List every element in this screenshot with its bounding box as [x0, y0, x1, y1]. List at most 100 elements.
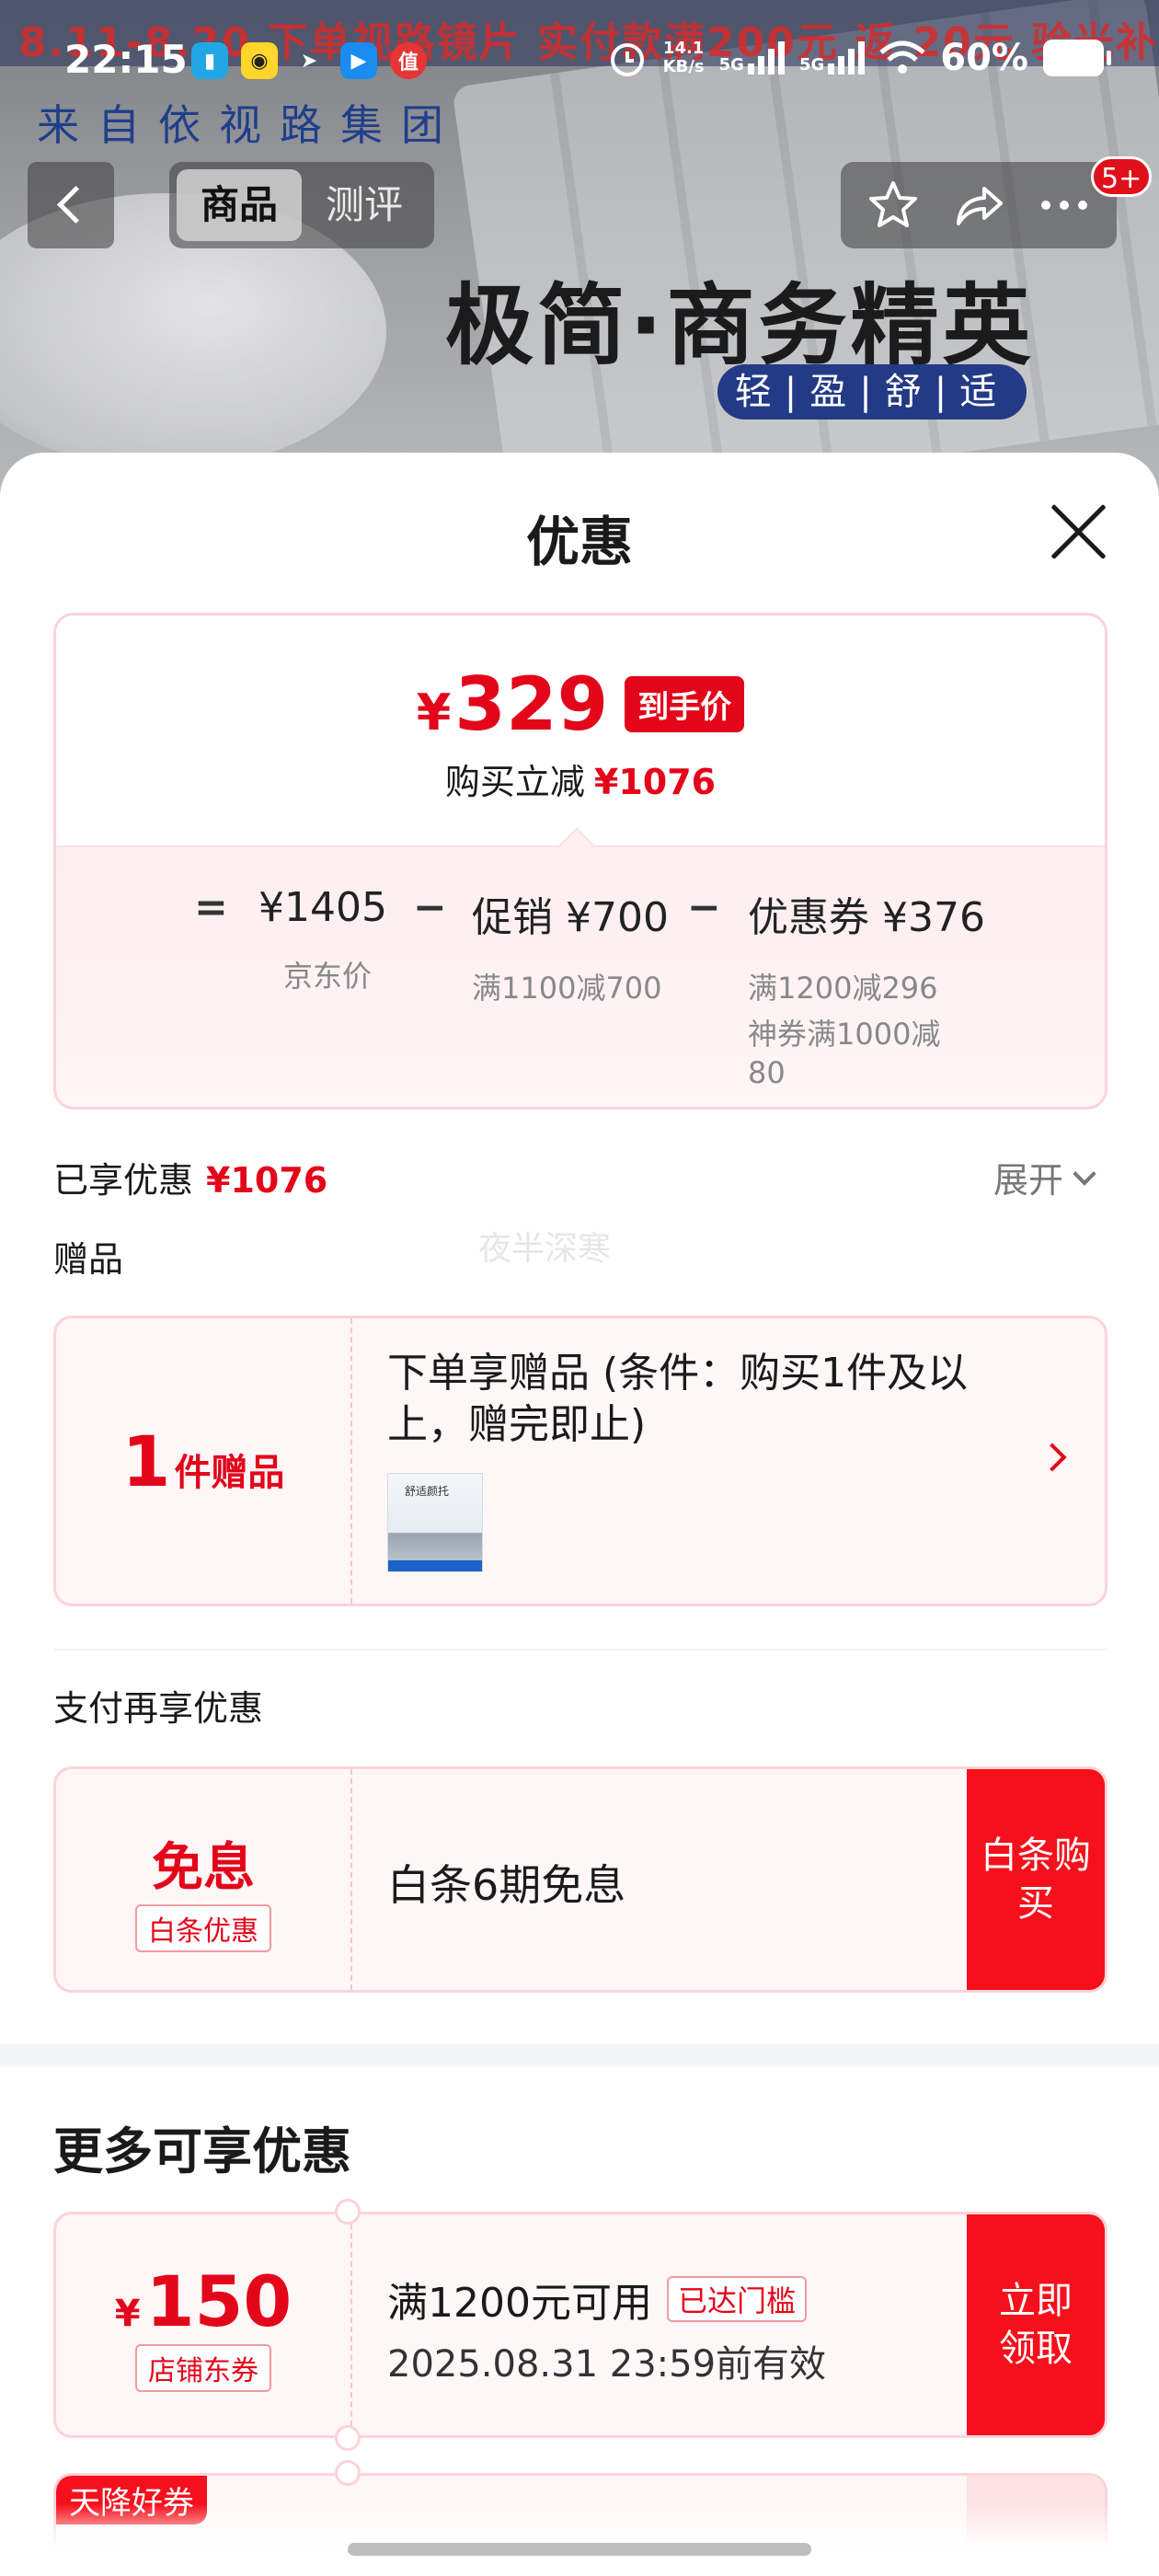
status-app-icons: ▮ ◉ ➤ ▶ 值	[191, 42, 427, 79]
minus-sign: −	[687, 884, 721, 931]
watermark: 夜半深寒	[478, 1230, 612, 1268]
promotion-column: 促销 ¥700 满1100减700	[472, 884, 674, 1007]
wifi-icon	[879, 40, 925, 74]
expand-button[interactable]: 展开	[993, 1152, 1096, 1202]
coupon-notch-top	[335, 2460, 361, 2486]
network-speed-unit: KB/s	[662, 57, 705, 76]
sim2-type: 5G	[798, 55, 825, 75]
bottom-fade	[0, 2504, 1159, 2576]
nav-actions	[841, 162, 1117, 248]
signal-bars-icon	[828, 41, 866, 75]
network-speed: 14.1 KB/s	[663, 40, 705, 76]
gift-thumbnail-bar	[388, 1560, 482, 1571]
hero-title: 极简·商务精英	[445, 274, 1035, 377]
pay-section-title: 支付再享优惠	[53, 1688, 264, 1729]
red-value-app-icon: 值	[390, 42, 427, 79]
price-formula: = ¥1405 京东价 − 促销 ¥700 满1100减700 − 优惠券 ¥3…	[56, 884, 1105, 1105]
coupon-label-1: 满1200减296	[748, 971, 938, 1006]
interest-free-title: 免息	[152, 1838, 255, 1898]
gift-card[interactable]: 1 件赠品 下单享赠品 (条件：购买1件及以上，赠完即止) 舒适颜托	[53, 1316, 1107, 1606]
baitiao-card: 免息 白条优惠 白条6期免息 白条购买	[53, 1766, 1107, 1993]
jd-price-value: ¥1405	[258, 884, 387, 931]
baitiao-buy-button[interactable]: 白条购买	[967, 1769, 1105, 1990]
gift-count: 1 件赠品	[56, 1318, 350, 1604]
gift-thumbnail-caption: 舒适颜托	[405, 1485, 450, 1498]
enjoyed-discount-label: 已享优惠	[53, 1160, 194, 1201]
gift-section-title: 赠品	[53, 1239, 124, 1280]
baitiao-tag: 白条优惠	[135, 1904, 271, 1952]
final-price-tag: 到手价	[625, 676, 745, 732]
chevron-down-icon	[1073, 1161, 1096, 1186]
chevron-right-icon	[1038, 1443, 1067, 1472]
instant-saving-label: 购买立减	[444, 762, 585, 802]
battery-percentage: 60%	[940, 37, 1028, 79]
signal-1: 5G	[719, 41, 785, 75]
more-discounts-title: 更多可享优惠	[53, 2122, 351, 2180]
sim1-type: 5G	[718, 55, 744, 75]
instant-saving-amount: ¥1076	[593, 762, 717, 802]
jd-price-column: ¥1405 京东价	[258, 884, 396, 995]
discount-sheet: 优惠 ¥329 到手价 购买立减 ¥1076 = ¥1405 京东价 − 促销 ¥…	[0, 453, 1159, 2576]
coupon-amount: ¥150	[56, 2260, 350, 2342]
dashed-divider	[350, 1769, 352, 1990]
final-price-value: 329	[454, 661, 609, 747]
section-gap	[0, 2044, 1159, 2066]
section-divider	[53, 1649, 1107, 1650]
promotion-label: 满1100减700	[472, 971, 662, 1006]
coupon-type-tag: 店铺东券	[135, 2344, 271, 2392]
final-price-line: ¥329 到手价	[56, 661, 1105, 747]
phone-app-icon: ▮	[191, 42, 228, 79]
alarm-icon	[610, 43, 644, 76]
share-icon[interactable]	[947, 173, 1011, 237]
coupon-condition-text: 满1200元可用	[387, 2280, 652, 2327]
product-tabs: 商品 测评	[169, 162, 434, 248]
bird-app-icon: ➤	[300, 49, 318, 73]
more-icon[interactable]	[1032, 173, 1096, 237]
coupon-notch-top	[335, 2199, 361, 2225]
tab-product[interactable]: 商品	[177, 169, 302, 241]
shop-coupon-card: ¥150 店铺东券 满1200元可用 已达门槛 2025.08.31 23:59…	[53, 2212, 1107, 2438]
price-summary: ¥329 到手价 购买立减 ¥1076	[56, 615, 1105, 845]
gift-count-number: 1	[121, 1420, 171, 1502]
network-speed-value: 14.1	[662, 39, 705, 58]
gift-count-unit: 件赠品	[174, 1452, 285, 1494]
jd-price-label: 京东价	[282, 959, 372, 994]
status-bar: 22:15 ▮ ◉ ➤ ▶ 值 14.1 KB/s 5G 5G 60%	[0, 0, 1159, 82]
enjoyed-discount: 已享优惠 ¥1076	[53, 1152, 327, 1202]
final-price: ¥329	[417, 661, 609, 747]
currency-symbol: ¥	[416, 684, 452, 742]
blue-app-icon: ▶	[340, 42, 377, 79]
signal-bars-icon	[747, 41, 785, 75]
back-button[interactable]	[28, 162, 114, 248]
close-icon[interactable]	[1049, 500, 1109, 561]
status-time: 22:15	[64, 37, 188, 82]
coupon-amount-block: ¥150 店铺东券	[56, 2214, 350, 2435]
status-indicators: 14.1 KB/s 5G 5G 60%	[606, 37, 1111, 79]
sheet-title: 优惠	[525, 511, 633, 573]
signal-2: 5G	[798, 41, 866, 75]
battery-icon	[1043, 40, 1111, 76]
coupon-amount-value: 150	[145, 2260, 293, 2342]
gift-thumbnail: 舒适颜托	[387, 1473, 483, 1572]
expand-label: 展开	[993, 1160, 1064, 1201]
favorite-star-icon[interactable]	[861, 173, 925, 237]
interest-free-badge: 免息 白条优惠	[56, 1769, 350, 1990]
coupon-value: 优惠券 ¥376	[748, 894, 985, 941]
coupon-currency: ¥	[114, 2293, 141, 2335]
claim-coupon-button[interactable]: 立即领取	[967, 2214, 1105, 2435]
threshold-reached-badge: 已达门槛	[666, 2276, 807, 2322]
message-count-badge: 5+	[1091, 156, 1153, 197]
coupon-condition: 满1200元可用 已达门槛	[387, 2270, 807, 2329]
enjoyed-discount-amount: ¥1076	[206, 1160, 328, 1201]
dashed-divider	[350, 1318, 352, 1604]
home-indicator[interactable]	[348, 2543, 811, 2556]
dashed-divider	[350, 2214, 352, 2435]
tab-reviews[interactable]: 测评	[302, 169, 427, 241]
brand-subtitle: 来自依视路集团	[37, 100, 462, 150]
equals-sign: =	[194, 884, 228, 931]
coupon-notch-bottom	[335, 2425, 361, 2451]
minus-sign: −	[413, 884, 447, 931]
yellow-app-icon: ◉	[241, 42, 278, 79]
baitiao-description: 白条6期免息	[387, 1860, 626, 1910]
gift-description: 下单享赠品 (条件：购买1件及以上，赠完即止)	[387, 1350, 969, 1448]
